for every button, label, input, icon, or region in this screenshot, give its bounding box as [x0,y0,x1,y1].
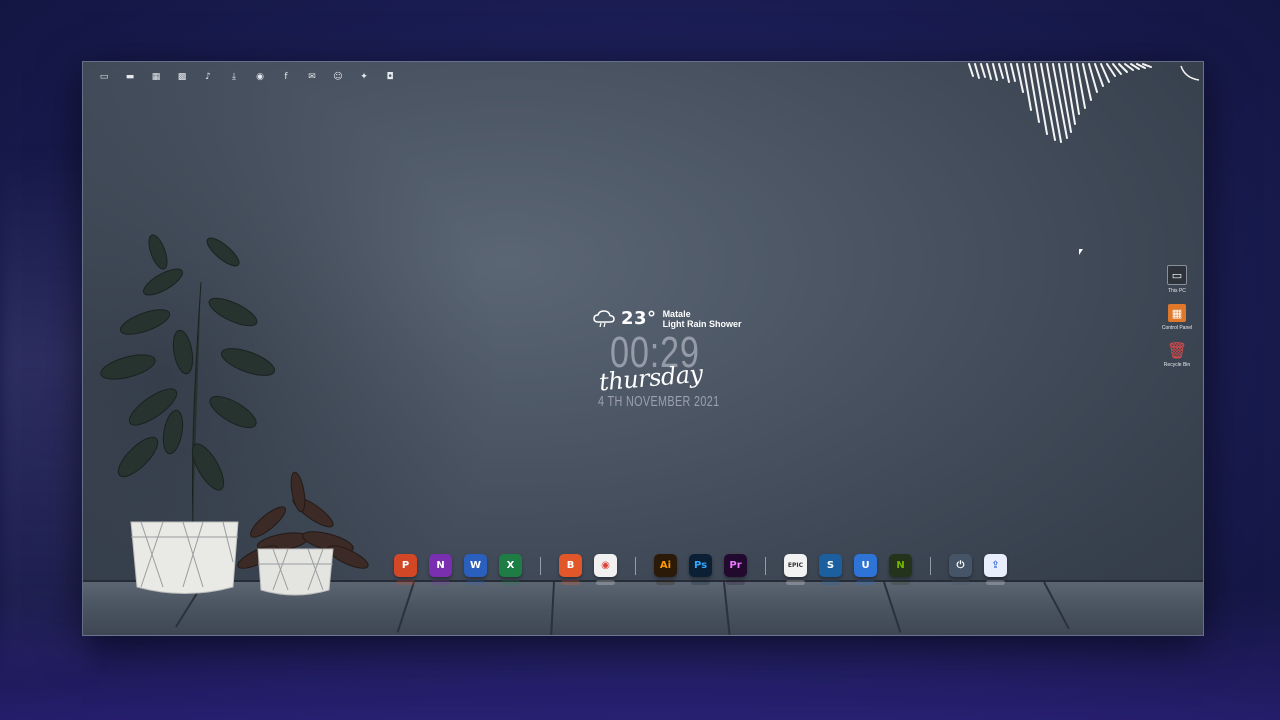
dock-app-onenote[interactable]: N [429,554,452,585]
dock-app-share[interactable]: ⇪ [984,554,1007,585]
music-icon[interactable]: ♪ [201,70,215,84]
dock-app-steam[interactable]: S [819,554,842,585]
chrome-icon[interactable]: ◉ [253,70,267,84]
dock-separator [765,556,766,575]
mouse-cursor-icon [1079,249,1083,255]
monitor-icon: ▭ [1167,265,1187,285]
dock: P N W X B ◉ Ai Ps Pr EPIC S U N ⏻ ⇪ [388,554,1013,585]
dock-app-photoshop[interactable]: Ps [689,554,712,585]
dock-app-uplay[interactable]: U [854,554,877,585]
desktop-screenshot: ▭ ▬ ▦ ▩ ♪ ⤓ ◉ f ✉ ☺ ✦ ◘ 23° Matale Light… [82,61,1204,636]
dock-app-word[interactable]: W [464,554,487,585]
camera-icon[interactable]: ◘ [383,70,397,84]
dock-separator [540,556,541,575]
dock-app-epic-games[interactable]: EPIC [784,554,807,585]
recycle-bin-icon: 🗑 [1166,340,1188,360]
film-icon[interactable]: ▦ [149,70,163,84]
top-launcher-bar: ▭ ▬ ▦ ▩ ♪ ⤓ ◉ f ✉ ☺ ✦ ◘ [97,70,397,84]
desktop-icon-recycle-bin[interactable]: 🗑 Recycle Bin [1157,340,1197,369]
dock-app-premiere[interactable]: Pr [724,554,747,585]
control-panel-icon: ▦ [1168,304,1186,322]
desktop-icons: ▭ This PC ▦ Control Panel 🗑 Recycle Bin [1157,265,1197,368]
discord-icon[interactable]: ☺ [331,70,345,84]
dock-app-chrome[interactable]: ◉ [594,554,617,585]
audio-visualizer [968,63,1200,143]
dock-separator [635,556,636,575]
desktop-icon-control-panel[interactable]: ▦ Control Panel [1157,304,1197,331]
dock-app-illustrator[interactable]: Ai [654,554,677,585]
dock-app-powerpoint[interactable]: P [394,554,417,585]
desktop-icon-this-pc[interactable]: ▭ This PC [1157,265,1197,294]
dock-app-brave[interactable]: B [559,554,582,585]
rain-cloud-icon [593,309,615,327]
plant-decoration [100,234,369,596]
mail-icon[interactable]: ✉ [305,70,319,84]
weather-location: Matale [662,308,691,319]
clock-date: 4 TH NOVEMBER 2021 [598,393,720,410]
dock-app-nvidia[interactable]: N [889,554,912,585]
weather-condition: Light Rain Shower [662,318,742,329]
dock-app-excel[interactable]: X [499,554,522,585]
weather-widget: 23° Matale Light Rain Shower [593,308,742,329]
dock-app-power[interactable]: ⏻ [949,554,972,585]
folder-icon[interactable]: ▬ [123,70,137,84]
temperature: 23° [621,308,657,329]
monitor-icon[interactable]: ▭ [97,70,111,84]
images-icon[interactable]: ▩ [175,70,189,84]
dock-separator [930,556,931,575]
facebook-icon[interactable]: f [279,70,293,84]
download-icon[interactable]: ⤓ [227,70,241,84]
twitter-icon[interactable]: ✦ [357,70,371,84]
